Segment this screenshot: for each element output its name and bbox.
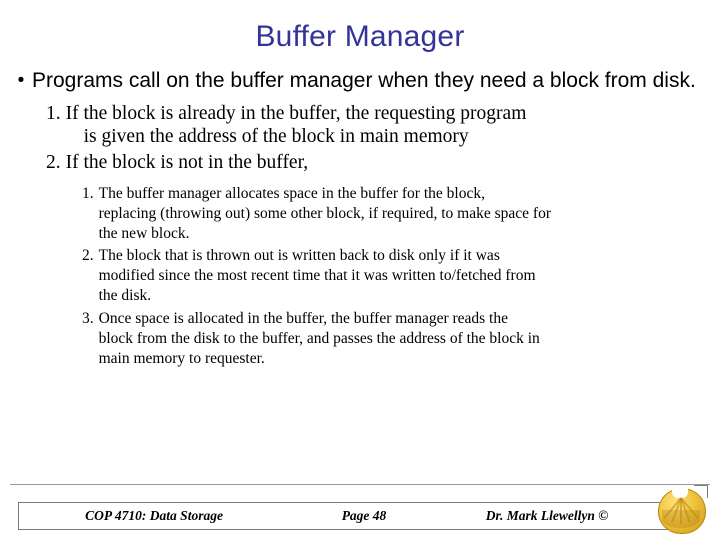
- bullet-item-level1: • Programs call on the buffer manager wh…: [10, 69, 706, 94]
- list-item: 1. If the block is already in the buffer…: [10, 102, 706, 149]
- footer-corner-tick-top: [694, 485, 708, 486]
- list-item: 2. The block that is thrown out is writt…: [10, 246, 706, 305]
- list-item-line2: block from the disk to the buffer, and p…: [98, 329, 540, 347]
- list-item-line3: the disk.: [98, 287, 152, 305]
- footer-page-number: Page 48: [341, 508, 387, 523]
- numbered-list-level3: 1. The buffer manager allocates space in…: [10, 184, 706, 368]
- list-item-text: The buffer manager allocates space in th…: [99, 184, 706, 243]
- knight-shell-logo-icon: [656, 484, 708, 534]
- list-item-line1: If the block is not in the buffer,: [65, 151, 309, 173]
- list-item-line1: The buffer manager allocates space in th…: [98, 184, 485, 202]
- list-item-line1: If the block is already in the buffer, t…: [65, 102, 527, 124]
- list-item-line3: the new block.: [98, 224, 190, 242]
- slide-body: • Programs call on the buffer manager wh…: [0, 53, 720, 368]
- slide: Buffer Manager • Programs call on the bu…: [0, 0, 720, 540]
- list-item: 2. If the block is not in the buffer,: [10, 151, 706, 174]
- list-item-number: 2.: [46, 151, 61, 173]
- footer-table: COP 4710: Data Storage Page 48 Dr. Mark …: [18, 502, 676, 530]
- list-item-number: 2.: [82, 247, 94, 265]
- footer-corner-tick-side: [707, 485, 708, 498]
- footer-author-label: Dr. Mark Llewellyn ©: [485, 508, 609, 523]
- list-item-text: If the block is not in the buffer,: [66, 151, 706, 174]
- list-item-text: If the block is already in the buffer, t…: [66, 102, 706, 149]
- bullet-glyph-icon: •: [17, 70, 25, 91]
- footer-divider: [10, 484, 710, 485]
- list-item: 3. Once space is allocated in the buffer…: [10, 309, 706, 368]
- page-title: Buffer Manager: [255, 20, 465, 53]
- logo-rib-3: [680, 498, 682, 524]
- footer-course-label: COP 4710: Data Storage: [85, 508, 223, 523]
- list-item-line2: is given the address of the block in mai…: [83, 126, 469, 148]
- slide-footer: COP 4710: Data Storage Page 48 Dr. Mark …: [0, 484, 720, 540]
- list-item-number: 3.: [82, 309, 94, 327]
- list-item-number: 1.: [46, 102, 61, 124]
- list-item-text: Once space is allocated in the buffer, t…: [99, 309, 706, 368]
- list-item: 1. The buffer manager allocates space in…: [10, 184, 706, 243]
- numbered-list-level2: 1. If the block is already in the buffer…: [10, 102, 706, 174]
- logo-shell-notch: [672, 486, 688, 498]
- list-item-number: 1.: [82, 184, 94, 202]
- list-item-line1: The block that is thrown out is written …: [98, 247, 500, 265]
- list-item-line3: main memory to requester.: [98, 349, 265, 367]
- list-item-line2: replacing (throwing out) some other bloc…: [98, 204, 551, 222]
- bullet-level1-text: Programs call on the buffer manager when…: [32, 69, 696, 92]
- list-item-line2: modified since the most recent time that…: [98, 267, 536, 285]
- list-item-line1: Once space is allocated in the buffer, t…: [98, 309, 508, 327]
- list-item-text: The block that is thrown out is written …: [99, 246, 706, 305]
